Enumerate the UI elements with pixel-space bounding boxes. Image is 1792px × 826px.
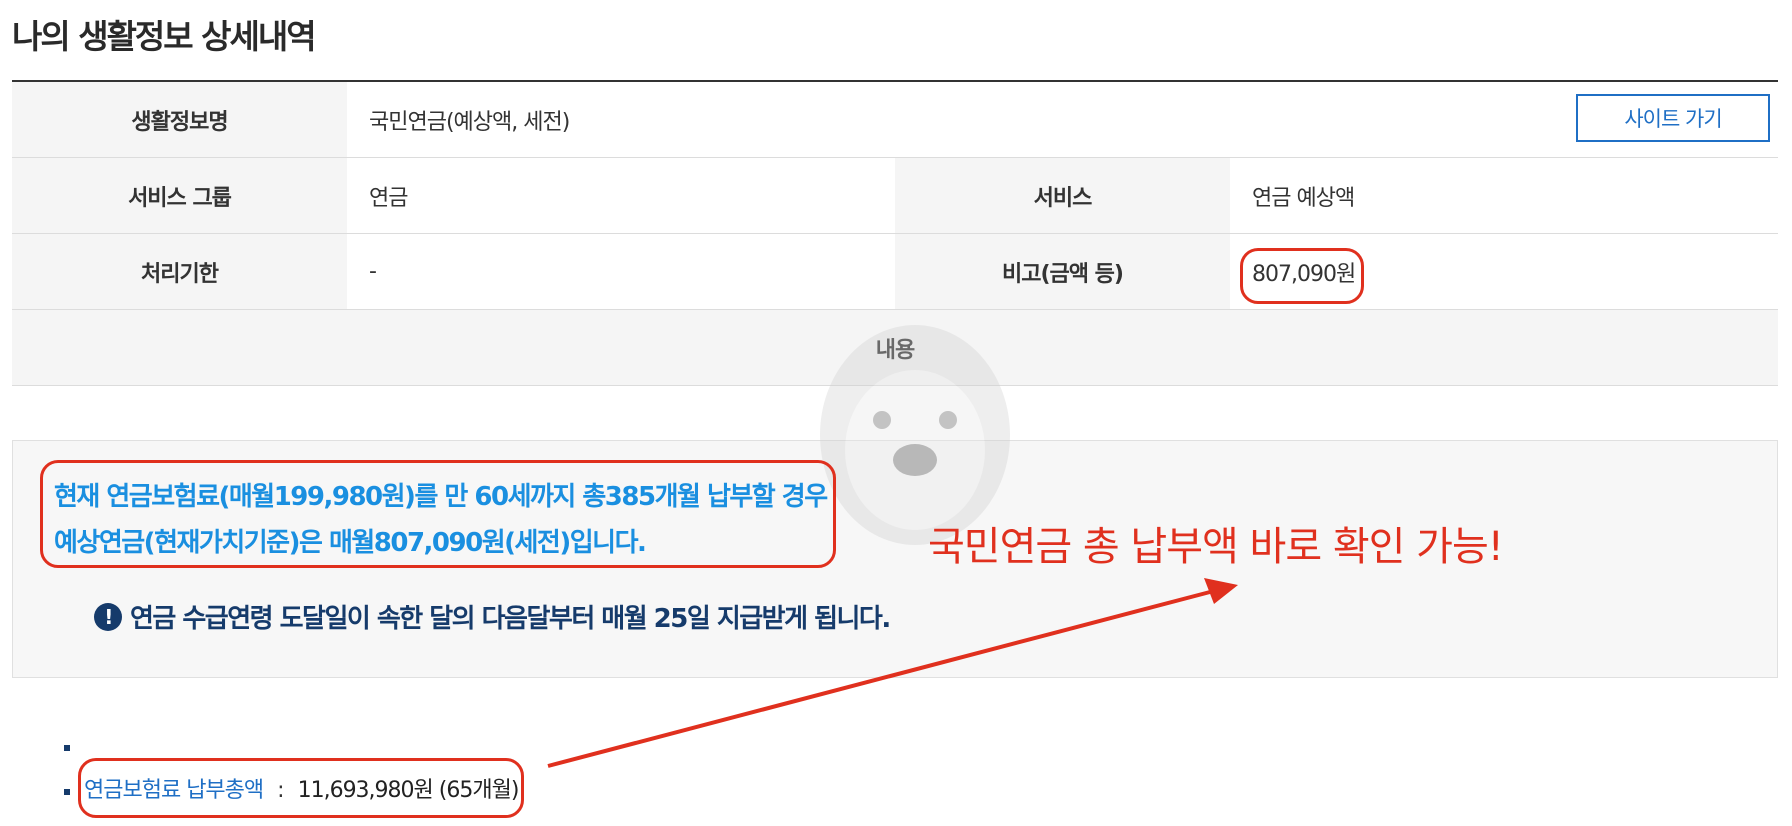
bullet-dot: [64, 745, 70, 751]
bullet-dot: [64, 789, 70, 795]
red-arrow: [547, 578, 1238, 768]
total-highlight-oval: [78, 758, 524, 818]
